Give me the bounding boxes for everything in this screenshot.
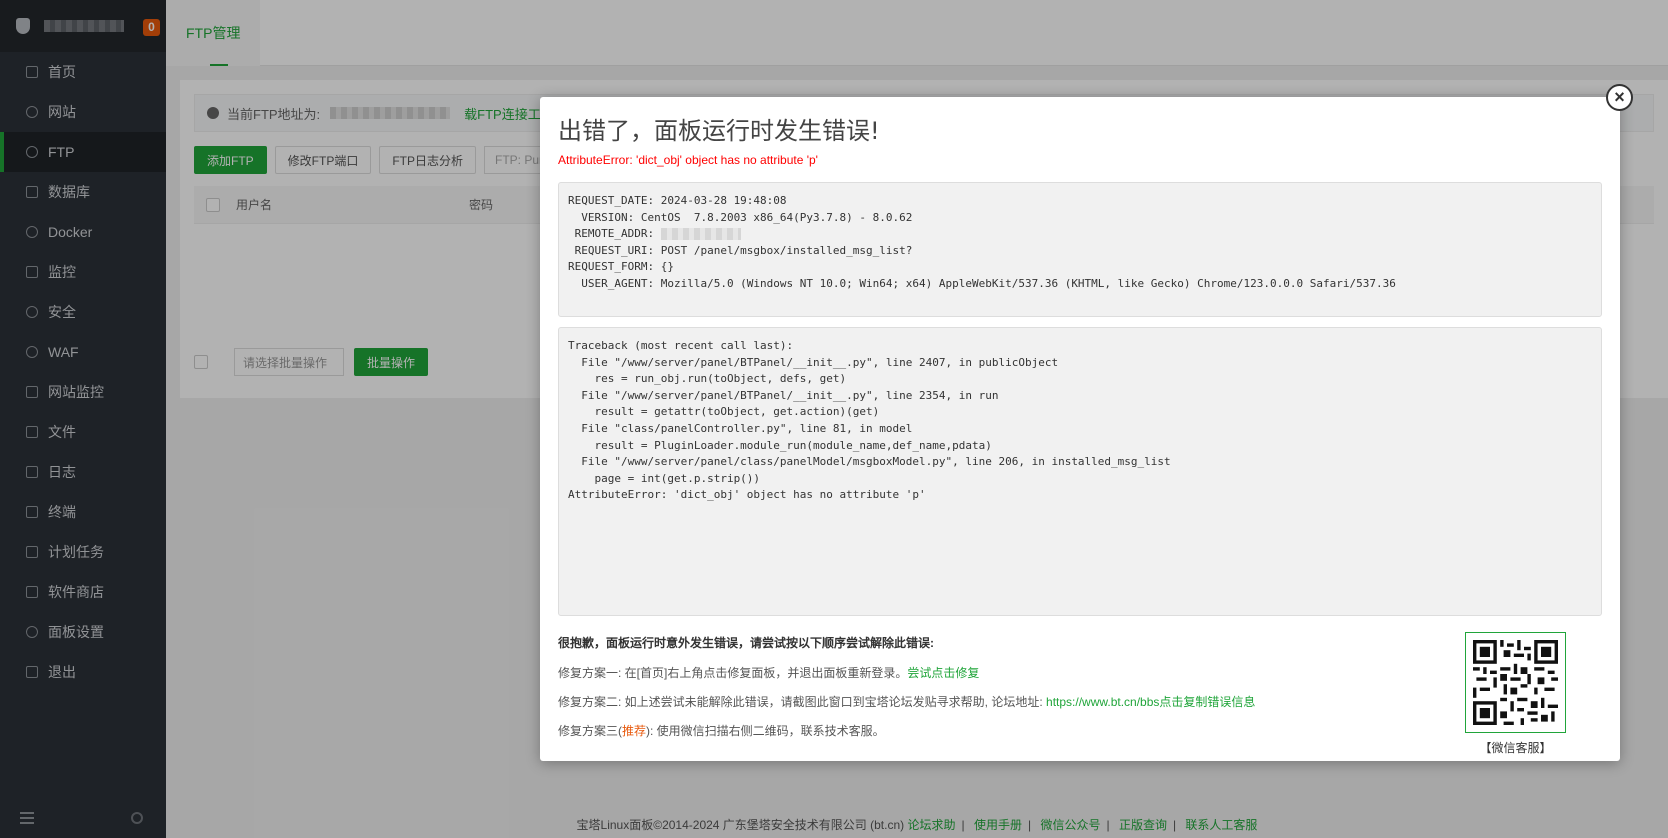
request-version: VERSION: CentOS 7.8.2003 x86_64(Py3.7.8)… xyxy=(568,210,913,224)
request-date: REQUEST_DATE: 2024-03-28 19:48:08 xyxy=(568,194,787,207)
close-icon: × xyxy=(1614,87,1625,107)
fix-option-3: 修复方案三(推荐): 使用微信扫描右侧二维码，联系技术客服。 xyxy=(558,724,885,738)
request-info-box: REQUEST_DATE: 2024-03-28 19:48:08 VERSIO… xyxy=(558,182,1602,317)
request-user-agent: USER_AGENT: Mozilla/5.0 (Windows NT 10.0… xyxy=(568,276,1396,290)
error-dialog: 出错了，面板运行时发生错误! AttributeError: 'dict_obj… xyxy=(540,97,1620,761)
forum-url-link[interactable]: https://www.bt.cn/bbs xyxy=(1046,695,1159,709)
copy-error-link[interactable]: 点击复制错误信息 xyxy=(1159,695,1255,709)
wechat-qr-code xyxy=(1465,632,1566,733)
try-repair-link[interactable]: 尝试点击修复 xyxy=(907,666,979,680)
qr-code-icon xyxy=(1473,640,1558,725)
request-form: REQUEST_FORM: {} xyxy=(568,260,674,274)
help-title: 很抱歉，面板运行时意外发生错误，请尝试按以下顺序尝试解除此错误: xyxy=(558,636,934,650)
remote-addr-redacted xyxy=(660,228,741,241)
fix-option-2: 修复方案二: 如上述尝试未能解除此错误，请截图此窗口到宝塔论坛发贴寻求帮助, 论… xyxy=(558,695,1256,709)
fix-option-1: 修复方案一: 在[首页]右上角点击修复面板，并退出面板重新登录。尝试点击修复 xyxy=(558,666,980,680)
traceback-box: Traceback (most recent call last): File … xyxy=(558,327,1602,616)
recommend-tag: 推荐 xyxy=(622,724,647,738)
qr-caption: 【微信客服】 xyxy=(1479,741,1552,755)
request-uri: REQUEST_URI: POST /panel/msgbox/installe… xyxy=(568,243,913,257)
error-message: AttributeError: 'dict_obj' object has no… xyxy=(558,153,818,167)
error-dialog-title: 出错了，面板运行时发生错误! xyxy=(558,117,880,145)
close-dialog-button[interactable]: × xyxy=(1606,84,1633,111)
request-remote-addr: REMOTE_ADDR: xyxy=(568,226,1592,243)
